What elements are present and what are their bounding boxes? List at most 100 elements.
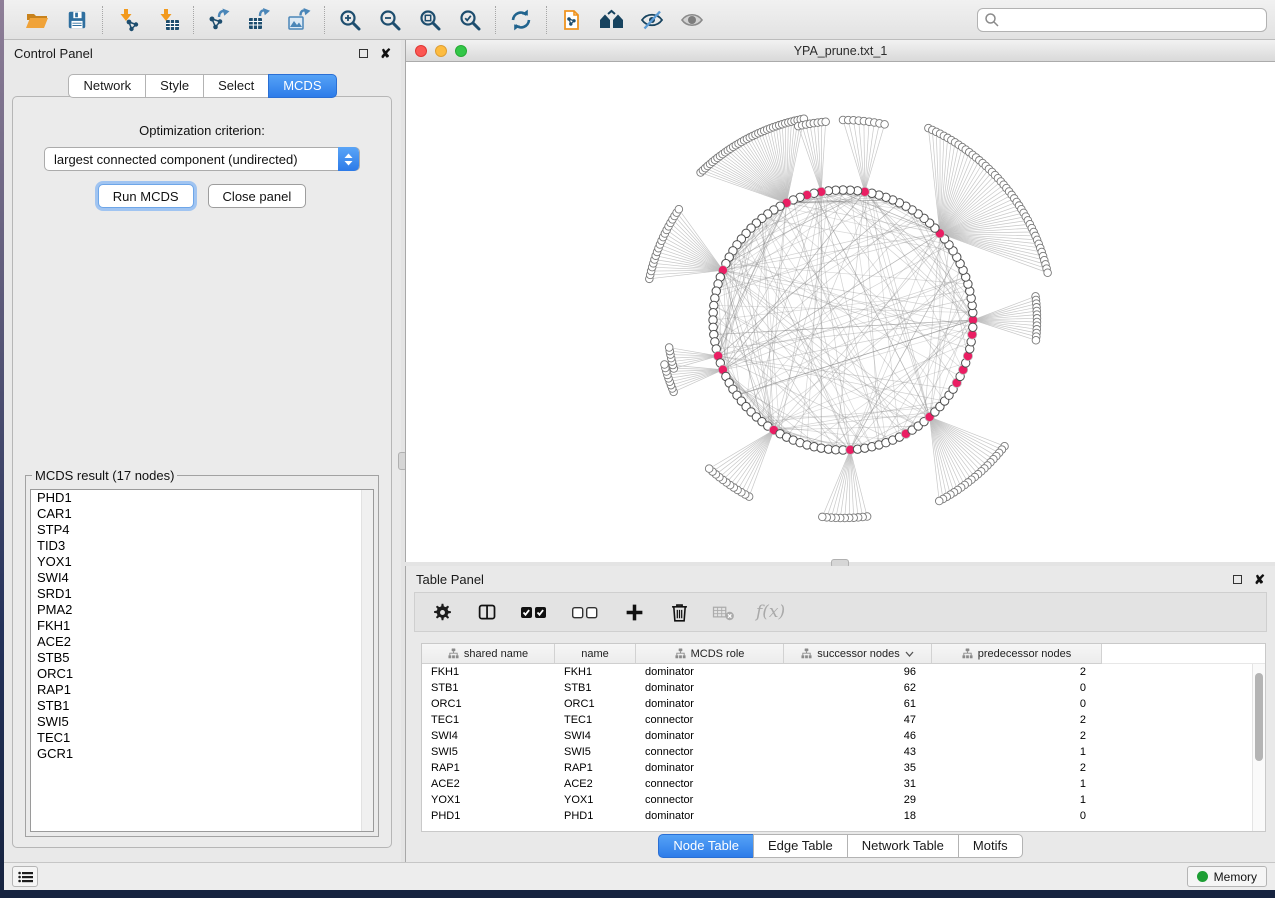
leaf-node[interactable]: [675, 205, 683, 213]
refresh-layout-icon[interactable]: [508, 7, 534, 33]
deselect-all-rows-icon[interactable]: [570, 599, 602, 625]
close-panel-button[interactable]: Close panel: [208, 184, 307, 208]
float-panel-icon[interactable]: [1233, 575, 1242, 584]
import-table-icon[interactable]: [155, 7, 181, 33]
scrollbar-thumb[interactable]: [1255, 673, 1263, 761]
node-table[interactable]: shared namenameMCDS rolesuccessor nodesp…: [421, 643, 1266, 832]
import-network-icon[interactable]: [115, 7, 141, 33]
table-row[interactable]: ORC1ORC1dominator610: [422, 696, 1265, 712]
close-panel-icon[interactable]: ✘: [380, 47, 391, 60]
table-cell: 47: [784, 714, 932, 726]
mcds-result-item[interactable]: PMA2: [31, 602, 373, 618]
mcds-result-item[interactable]: TEC1: [31, 730, 373, 746]
leaf-node[interactable]: [661, 361, 669, 369]
table-cell: connector: [636, 794, 784, 806]
float-panel-icon[interactable]: [359, 49, 368, 58]
tab-style[interactable]: Style: [145, 74, 204, 98]
mcds-result-item[interactable]: ACE2: [31, 634, 373, 650]
tab-network-table[interactable]: Network Table: [847, 834, 959, 858]
leaf-node[interactable]: [935, 497, 943, 505]
mcds-result-item[interactable]: GCR1: [31, 746, 373, 762]
column-header-shared-name[interactable]: shared name: [422, 644, 555, 664]
add-column-icon[interactable]: [621, 599, 647, 625]
mcds-result-item[interactable]: SRD1: [31, 586, 373, 602]
clone-network-icon[interactable]: [559, 7, 585, 33]
delete-column-trash-icon[interactable]: [666, 599, 692, 625]
control-panel-header: Control Panel ✘: [4, 40, 401, 66]
command-panel-toggle-button[interactable]: [12, 866, 38, 887]
leaf-node[interactable]: [822, 118, 830, 126]
zoom-selected-icon[interactable]: [457, 7, 483, 33]
minimize-window-icon[interactable]: [435, 45, 447, 57]
table-row[interactable]: SWI4SWI4dominator462: [422, 728, 1265, 744]
select-all-rows-icon[interactable]: [519, 599, 551, 625]
tab-mcds[interactable]: MCDS: [268, 74, 336, 98]
mcds-list-scrollbar[interactable]: [361, 490, 373, 831]
column-header-successor-nodes[interactable]: successor nodes: [784, 644, 932, 664]
table-row[interactable]: RAP1RAP1dominator352: [422, 760, 1265, 776]
leaf-node[interactable]: [1032, 336, 1040, 344]
run-mcds-button[interactable]: Run MCDS: [98, 184, 194, 208]
leaf-node[interactable]: [1044, 269, 1052, 277]
zoom-in-icon[interactable]: [337, 7, 363, 33]
mcds-result-item[interactable]: STP4: [31, 522, 373, 538]
tab-motifs[interactable]: Motifs: [958, 834, 1023, 858]
table-row[interactable]: STB1STB1dominator620: [422, 680, 1265, 696]
network-canvas[interactable]: [406, 62, 1275, 562]
mcds-result-list[interactable]: PHD1CAR1STP4TID3YOX1SWI4SRD1PMA2FKH1ACE2…: [30, 489, 374, 832]
column-layout-icon[interactable]: [474, 599, 500, 625]
leaf-node[interactable]: [665, 344, 673, 352]
show-all-eye-icon[interactable]: [679, 7, 705, 33]
hide-selected-eye-icon[interactable]: [639, 7, 665, 33]
mcds-result-item[interactable]: FKH1: [31, 618, 373, 634]
table-row[interactable]: PHD1PHD1dominator180: [422, 808, 1265, 824]
leaf-node[interactable]: [705, 465, 713, 473]
mcds-result-item[interactable]: STB5: [31, 650, 373, 666]
table-scrollbar[interactable]: [1252, 664, 1265, 831]
mcds-result-item[interactable]: ORC1: [31, 666, 373, 682]
ring-node[interactable]: [969, 323, 977, 331]
optimization-criterion-select[interactable]: largest connected component (undirected): [44, 147, 360, 171]
zoom-fit-icon[interactable]: [417, 7, 443, 33]
column-header-MCDS-role[interactable]: MCDS role: [636, 644, 784, 664]
tab-network[interactable]: Network: [68, 74, 146, 98]
table-row[interactable]: FKH1FKH1dominator962: [422, 664, 1265, 680]
network-window-titlebar[interactable]: YPA_prune.txt_1: [406, 40, 1275, 62]
mcds-result-item[interactable]: STB1: [31, 698, 373, 714]
leaf-node[interactable]: [819, 513, 827, 521]
zoom-out-icon[interactable]: [377, 7, 403, 33]
table-cell: RAP1: [555, 762, 636, 774]
network-edge: [930, 417, 991, 462]
tab-edge-table[interactable]: Edge Table: [753, 834, 848, 858]
table-row[interactable]: SWI5SWI5connector431: [422, 744, 1265, 760]
memory-button[interactable]: Memory: [1187, 866, 1267, 887]
open-session-icon[interactable]: [24, 7, 50, 33]
column-header-predecessor-nodes[interactable]: predecessor nodes: [932, 644, 1102, 664]
first-neighbors-icon[interactable]: [599, 7, 625, 33]
column-header-name[interactable]: name: [555, 644, 636, 664]
mcds-result-item[interactable]: TID3: [31, 538, 373, 554]
table-cell: SWI5: [555, 746, 636, 758]
export-network-icon[interactable]: [206, 7, 232, 33]
mcds-result-item[interactable]: YOX1: [31, 554, 373, 570]
export-image-icon[interactable]: [286, 7, 312, 33]
mcds-result-item[interactable]: SWI5: [31, 714, 373, 730]
maximize-window-icon[interactable]: [455, 45, 467, 57]
table-row[interactable]: TEC1TEC1connector472: [422, 712, 1265, 728]
search-input[interactable]: [977, 8, 1267, 32]
mcds-result-item[interactable]: SWI4: [31, 570, 373, 586]
table-row[interactable]: ACE2ACE2connector311: [422, 776, 1265, 792]
network-graph[interactable]: [406, 62, 1275, 562]
close-panel-icon[interactable]: ✘: [1254, 573, 1265, 586]
leaf-node[interactable]: [881, 121, 889, 129]
export-table-icon[interactable]: [246, 7, 272, 33]
table-row[interactable]: YOX1YOX1connector291: [422, 792, 1265, 808]
table-settings-gear-icon[interactable]: [429, 599, 455, 625]
save-session-icon[interactable]: [64, 7, 90, 33]
mcds-result-item[interactable]: CAR1: [31, 506, 373, 522]
mcds-result-item[interactable]: PHD1: [31, 490, 373, 506]
tab-node-table[interactable]: Node Table: [658, 834, 754, 858]
close-window-icon[interactable]: [415, 45, 427, 57]
tab-select[interactable]: Select: [203, 74, 269, 98]
mcds-result-item[interactable]: RAP1: [31, 682, 373, 698]
